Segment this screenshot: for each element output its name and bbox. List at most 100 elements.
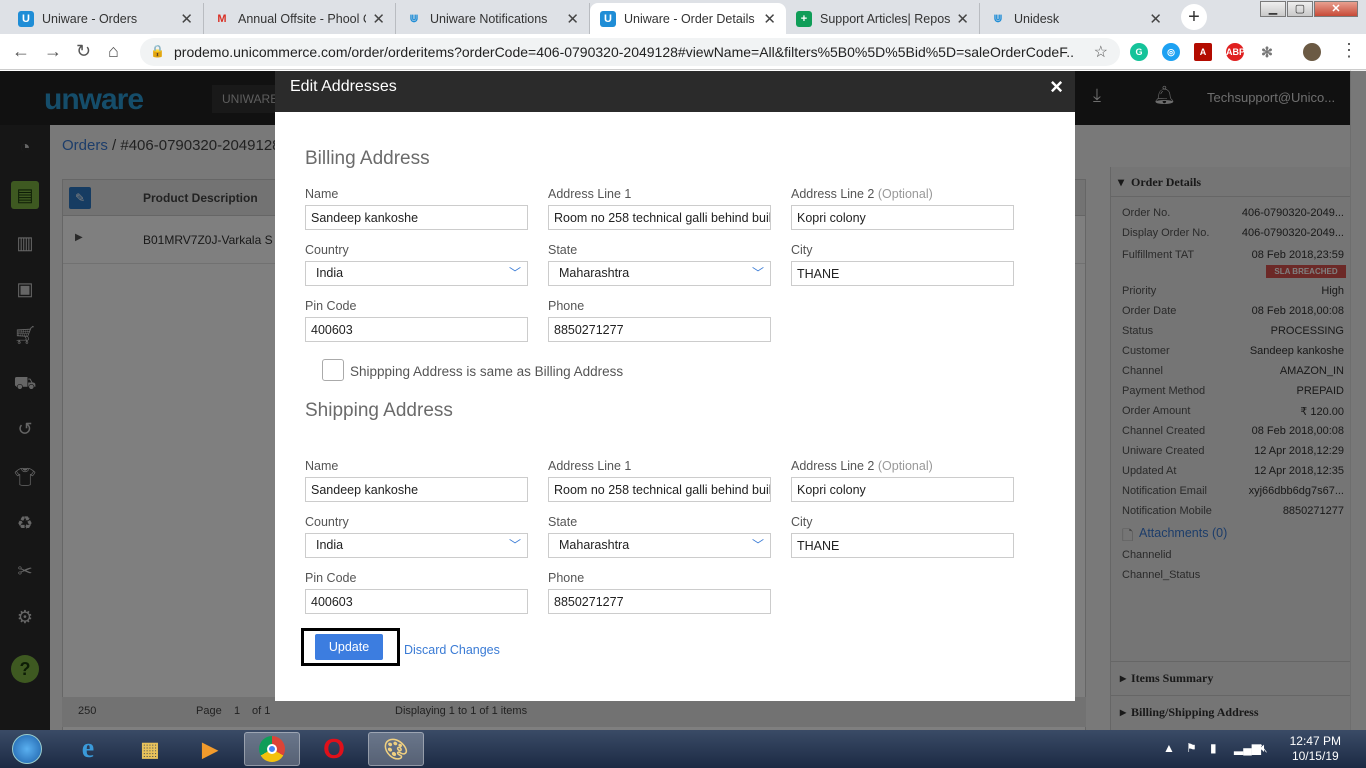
close-icon[interactable]: × (1050, 71, 1063, 103)
same-as-billing-checkbox[interactable] (322, 359, 344, 381)
menu-dots-icon[interactable]: ⋮ (1340, 40, 1358, 61)
close-icon[interactable]: ✕ (566, 10, 579, 28)
gmail-icon: M (217, 12, 227, 25)
forward-icon[interactable]: → (44, 41, 62, 62)
signal-icon[interactable]: ▂▄▆ (1234, 741, 1261, 755)
billing-state-select[interactable]: Maharashtra ﹀ (548, 261, 771, 286)
shipping-phone-input[interactable] (548, 589, 771, 614)
tab-title: Uniware - Orders (42, 11, 138, 26)
shipping-country-select[interactable]: India ﹀ (305, 533, 528, 558)
shipping-country-label: Country (305, 515, 349, 529)
tab-uniware-orders[interactable]: U Uniware - Orders ✕ (8, 3, 204, 34)
shipping-city-label: City (791, 515, 813, 529)
tab-unidesk[interactable]: ⋓ Unidesk ✕ (980, 3, 1172, 34)
volume-icon[interactable]: 🔇︎ (1260, 741, 1268, 756)
back-icon[interactable]: ← (12, 41, 30, 62)
sheets-icon: + (796, 10, 812, 27)
tab-support-articles[interactable]: + Support Articles| Reposi ✕ (786, 3, 980, 34)
billing-pin-label: Pin Code (305, 299, 357, 313)
window-controls: ▁ ▢ ✕ (1259, 1, 1358, 17)
close-icon[interactable]: ✕ (180, 10, 193, 28)
shipping-address1-label: Address Line 1 (548, 459, 632, 473)
billing-name-input[interactable] (305, 205, 528, 230)
close-icon[interactable]: ✕ (372, 10, 385, 28)
tab-annual-offsite[interactable]: M Annual Offsite - Phool C ✕ (204, 3, 396, 34)
shipping-address1-input[interactable] (548, 477, 771, 502)
modal-header: Edit Addresses × (275, 71, 1075, 112)
shipping-name-label: Name (305, 459, 339, 473)
optional-hint: (Optional) (877, 187, 933, 201)
shipping-state-select[interactable]: Maharashtra ﹀ (548, 533, 771, 558)
snowflake-icon[interactable]: ✻ (1258, 43, 1276, 61)
tab-title: Unidesk (1014, 11, 1060, 26)
billing-address2-label-text: Address Line 2 (791, 187, 875, 201)
acrobat-icon[interactable]: A (1194, 43, 1212, 61)
shipping-name-input[interactable] (305, 477, 528, 502)
tab-title: Annual Offsite - Phool C (238, 11, 367, 26)
media-player-icon[interactable]: ▶ (182, 732, 238, 766)
paint-icon[interactable]: 🎨︎ (368, 732, 424, 766)
billing-country-label: Country (305, 243, 349, 257)
billing-address1-label: Address Line 1 (548, 187, 632, 201)
billing-state-value: Maharashtra (559, 266, 630, 280)
uniware-icon: U (600, 10, 616, 27)
edit-addresses-modal: Edit Addresses × Billing Address Name Ad… (275, 71, 1075, 701)
extension-icon[interactable]: ◎ (1162, 43, 1180, 61)
browser-tab-bar: U Uniware - Orders ✕ M Annual Offsite - … (0, 0, 1366, 34)
shipping-pin-input[interactable] (305, 589, 528, 614)
shipping-heading: Shipping Address (305, 400, 453, 421)
billing-phone-label: Phone (548, 299, 585, 313)
unidesk-icon: ⋓ (409, 13, 419, 25)
billing-pin-input[interactable] (305, 317, 528, 342)
tab-order-details[interactable]: U Uniware - Order Details ✕ (590, 3, 786, 34)
file-explorer-icon[interactable]: ▦ (122, 732, 178, 766)
ie-icon[interactable]: e (60, 732, 116, 766)
tab-uniware-notifications[interactable]: ⋓ Uniware Notifications ✕ (396, 3, 590, 34)
billing-city-label: City (791, 243, 813, 257)
chevron-down-icon: ﹀ (751, 266, 764, 280)
minimize-icon[interactable]: ▁ (1260, 1, 1286, 17)
billing-state-label: State (548, 243, 578, 257)
close-icon[interactable]: ✕ (763, 10, 776, 28)
start-button[interactable] (2, 732, 52, 766)
tab-title: Uniware Notifications (430, 11, 548, 26)
adblock-icon[interactable]: ABP (1226, 43, 1245, 61)
shipping-country-value: India (316, 538, 344, 552)
profile-avatar[interactable] (1303, 43, 1321, 61)
billing-city-input[interactable] (791, 261, 1014, 286)
maximize-icon[interactable]: ▢ (1287, 1, 1313, 17)
discard-changes-link[interactable]: Discard Changes (404, 643, 500, 657)
address-bar[interactable]: 🔒 prodemo.unicommerce.com/order/orderite… (140, 38, 1120, 66)
opera-icon[interactable]: O (306, 732, 362, 766)
billing-phone-input[interactable] (548, 317, 771, 342)
chevron-down-icon: ﹀ (508, 538, 521, 552)
system-clock[interactable]: 12:47 PM 10/15/19 (1290, 734, 1341, 764)
url-text: prodemo.unicommerce.com/order/orderitems… (174, 44, 1074, 60)
shipping-address2-label-text: Address Line 2 (791, 459, 875, 473)
flag-icon[interactable]: ⚑ (1186, 741, 1197, 755)
billing-country-select[interactable]: India ﹀ (305, 261, 528, 286)
update-button[interactable]: Update (315, 634, 383, 660)
uniware-icon: U (18, 10, 34, 27)
shipping-address2-label: Address Line 2 (Optional) (791, 459, 933, 473)
shipping-city-input[interactable] (791, 533, 1014, 558)
shipping-state-value: Maharashtra (559, 538, 630, 552)
chrome-icon[interactable] (244, 732, 300, 766)
new-tab-button[interactable]: + (1181, 4, 1207, 30)
tab-title: Uniware - Order Details (624, 11, 755, 26)
tray-expand-icon[interactable]: ▲ (1163, 741, 1175, 755)
window-close-icon[interactable]: ✕ (1314, 1, 1358, 17)
bookmark-star-icon[interactable]: ☆ (1094, 42, 1108, 62)
device-icon[interactable]: ▮ (1210, 741, 1217, 755)
same-as-billing-label[interactable]: Shippping Address is same as Billing Add… (350, 364, 623, 379)
billing-address2-input[interactable] (791, 205, 1014, 230)
grammarly-icon[interactable]: G (1130, 43, 1148, 61)
clock-time: 12:47 PM (1289, 734, 1341, 748)
shipping-address2-input[interactable] (791, 477, 1014, 502)
reload-icon[interactable]: ↻ (76, 41, 91, 62)
tab-title: Support Articles| Reposi (820, 11, 951, 26)
billing-address1-input[interactable] (548, 205, 771, 230)
close-icon[interactable]: ✕ (956, 10, 969, 28)
close-icon[interactable]: ✕ (1149, 10, 1162, 28)
home-icon[interactable]: ⌂ (108, 41, 119, 62)
